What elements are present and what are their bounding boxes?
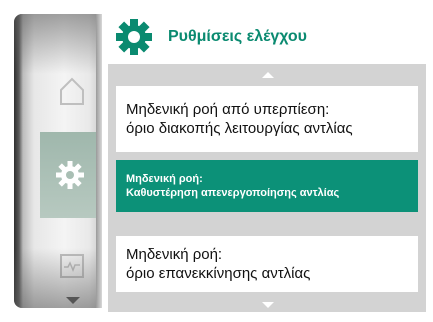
gear-icon	[56, 161, 84, 189]
page-title: Ρυθμίσεις ελέγχου	[168, 28, 307, 45]
home-icon	[60, 77, 84, 105]
menu-item-line1: Μηδενική ροή:	[126, 246, 223, 263]
menu-item-shutdown-delay[interactable]: Μηδενική ροή: Καθυστέρηση απενεργοποίηση…	[116, 160, 418, 212]
menu-item-overpressure-stop-limit[interactable]: Μηδενική ροή από υπερπίεση: όριο διακοπή…	[116, 86, 418, 152]
menu-item-line1: Μηδενική ροή:	[126, 173, 203, 185]
menu-item-restart-limit[interactable]: Μηδενική ροή: όριο επανεκκίνησης αντλίας	[116, 236, 418, 292]
drum-scroll-down-icon[interactable]	[66, 297, 80, 304]
menu-item-line1: Μηδενική ροή από υπερπίεση:	[126, 101, 330, 118]
scroll-up-icon[interactable]	[262, 72, 274, 78]
diagnostics-icon	[60, 254, 84, 278]
menu-item-line2: όριο επανεκκίνησης αντλίας	[126, 265, 311, 282]
gear-icon	[116, 19, 152, 55]
menu-item-line2: Καθυστέρηση απενεργοποίησης αντλίας	[126, 187, 340, 199]
menu-item-line2: όριο διακοπής λειτουργίας αντλίας	[126, 120, 353, 137]
nav-diagnostics[interactable]	[44, 226, 100, 306]
scroll-down-icon[interactable]	[262, 302, 274, 308]
nav-home[interactable]	[44, 54, 100, 128]
drum-edge	[96, 14, 102, 308]
page-header: Ρυθμίσεις ελέγχου	[108, 14, 426, 60]
menu-list[interactable]: Μηδενική ροή από υπερπίεση: όριο διακοπή…	[108, 64, 426, 312]
navigation-drum[interactable]	[14, 14, 100, 308]
nav-settings[interactable]	[40, 132, 100, 218]
